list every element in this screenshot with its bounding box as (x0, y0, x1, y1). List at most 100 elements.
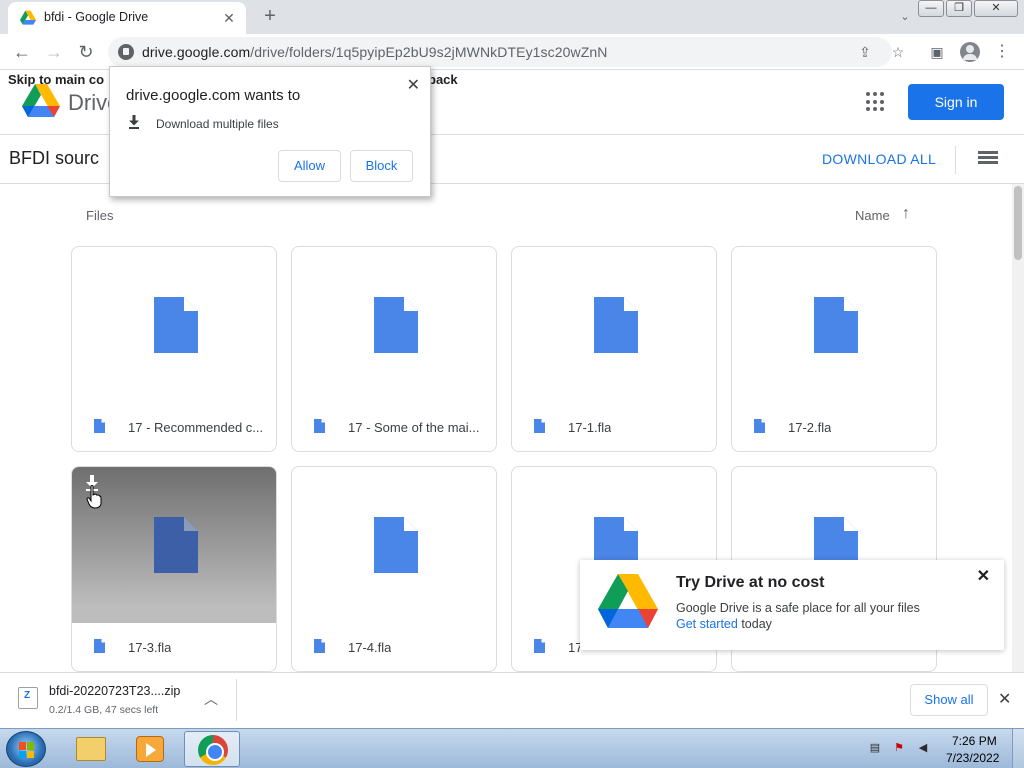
taskbar-explorer[interactable] (62, 731, 118, 767)
volume-icon[interactable]: ◀ (916, 741, 930, 755)
file-thumbnail[interactable] (292, 247, 496, 403)
clock-date[interactable]: 7/23/2022 (946, 751, 999, 765)
download-status: 0.2/1.4 GB, 47 secs left (49, 704, 159, 716)
file-name: 17-4.fla (348, 640, 392, 655)
lock-icon[interactable] (118, 44, 134, 60)
file-thumbnail[interactable] (292, 467, 496, 623)
file-thumbnail[interactable] (72, 247, 276, 403)
arrow-left-icon[interactable]: ← (10, 40, 34, 64)
tab-title: bfdi - Google Drive (44, 10, 149, 24)
popup-description: Download multiple files (156, 117, 279, 131)
share-icon[interactable]: ⇪ (856, 43, 874, 61)
document-icon (374, 297, 418, 353)
file-thumbnail[interactable] (512, 247, 716, 403)
download-all-button[interactable]: DOWNLOAD ALL (822, 151, 936, 167)
taskbar-chrome[interactable] (184, 731, 240, 767)
profile-icon[interactable] (960, 42, 980, 62)
popup-title: drive.google.com wants to (126, 87, 301, 104)
list-view-icon[interactable] (978, 151, 998, 167)
document-icon (754, 419, 765, 433)
download-icon (129, 115, 139, 129)
close-icon[interactable]: ✕ (407, 75, 420, 95)
promo-cta-line: Get started today (676, 617, 772, 631)
file-thumbnail[interactable] (732, 247, 936, 403)
files-section-label: Files (86, 208, 114, 223)
file-card[interactable]: 17 - Recommended c... (71, 246, 277, 452)
document-icon (814, 297, 858, 353)
restore-button[interactable]: ❐ (946, 0, 972, 17)
block-button[interactable]: Block (350, 150, 413, 182)
document-icon (374, 517, 418, 573)
clock-time[interactable]: 7:26 PM (952, 734, 997, 748)
star-icon[interactable]: ☆ (888, 42, 908, 62)
toolbar-divider (955, 146, 956, 174)
download-permission-popup: drive.google.com wants to ✕ Download mul… (109, 66, 431, 197)
windows-logo-icon (19, 742, 35, 758)
document-icon (154, 517, 198, 573)
download-file-name[interactable]: bfdi-20220723T23....zip (49, 684, 180, 698)
start-button[interactable] (6, 731, 46, 767)
file-name: 17-3.fla (128, 640, 172, 655)
google-drive-logo (598, 574, 658, 628)
google-drive-icon (20, 10, 36, 25)
document-icon (94, 419, 105, 433)
chevron-up-icon[interactable]: ︿ (204, 689, 218, 709)
promo-text: Google Drive is a safe place for all you… (676, 601, 920, 615)
file-name: 17 - Recommended c... (128, 420, 264, 435)
file-thumbnail[interactable] (72, 467, 276, 623)
url-text[interactable]: drive.google.com/drive/folders/1q5pyipEp… (142, 44, 608, 60)
hand-cursor-icon (86, 485, 102, 509)
show-desktop-button[interactable] (1012, 729, 1024, 768)
side-panel-icon[interactable]: ▣ (927, 42, 947, 62)
network-icon[interactable]: ▤ (868, 741, 882, 755)
file-card[interactable]: 17-2.fla (731, 246, 937, 452)
file-card[interactable]: 17-4.fla (291, 466, 497, 672)
scrollbar-thumb[interactable] (1014, 186, 1022, 260)
address-bar[interactable]: drive.google.com/drive/folders/1q5pyipEp… (108, 37, 892, 67)
reload-icon[interactable]: ↻ (74, 40, 98, 64)
action-center-icon[interactable]: ⚑ (892, 741, 906, 755)
shelf-divider (236, 679, 237, 721)
page-scrollbar[interactable] (1012, 184, 1024, 672)
minimize-button[interactable]: — (918, 0, 944, 17)
media-player-icon (136, 736, 164, 762)
zip-file-icon (18, 687, 38, 709)
file-card[interactable]: 17-3.fla (71, 466, 277, 672)
window-controls: — ❐ ✕ (918, 0, 1018, 20)
document-icon (534, 639, 545, 653)
document-icon (534, 419, 545, 433)
taskbar-media-player[interactable] (122, 731, 178, 767)
document-icon (314, 419, 325, 433)
file-name: 17-1.fla (568, 420, 612, 435)
chrome-icon (198, 735, 228, 765)
file-card[interactable]: 17 - Some of the mai... (291, 246, 497, 452)
new-tab-button[interactable]: + (258, 5, 282, 29)
window-close-button[interactable]: ✕ (974, 0, 1018, 17)
close-icon[interactable]: ✕ (998, 689, 1011, 709)
try-drive-promo: Try Drive at no cost Google Drive is a s… (580, 560, 1004, 650)
go-back-link[interactable]: back (428, 72, 458, 87)
windows-taskbar: ▤ ⚑ ◀ 7:26 PM 7/23/2022 (0, 728, 1024, 768)
apps-grid-icon[interactable] (866, 92, 886, 112)
folder-icon (76, 737, 106, 761)
document-icon (594, 297, 638, 353)
arrow-right-icon[interactable]: → (42, 40, 66, 64)
sign-in-button[interactable]: Sign in (908, 84, 1004, 120)
tab-strip: bfdi - Google Drive ✕ + ⌄ — ❐ ✕ (0, 0, 1024, 34)
close-icon[interactable]: ✕ (977, 566, 990, 586)
allow-button[interactable]: Allow (278, 150, 341, 182)
sort-by-name-button[interactable]: Name (855, 208, 890, 223)
file-card[interactable]: 17-1.fla (511, 246, 717, 452)
browser-toolbar: ← → ↻ drive.google.com/drive/folders/1q5… (0, 34, 1024, 70)
google-drive-logo[interactable] (22, 84, 60, 118)
sort-direction-icon[interactable]: ↑ (902, 205, 910, 223)
file-name: 17 - Some of the mai... (348, 420, 480, 435)
show-all-button[interactable]: Show all (910, 684, 988, 716)
folder-title: BFDI sourc (9, 148, 100, 168)
kebab-menu-icon[interactable]: ⋮ (992, 42, 1012, 62)
get-started-link[interactable]: Get started (676, 617, 738, 631)
document-icon (94, 639, 105, 653)
browser-tab[interactable]: bfdi - Google Drive ✕ (8, 2, 246, 34)
tab-close-icon[interactable]: ✕ (220, 9, 238, 27)
tab-search-chevron-icon[interactable]: ⌄ (896, 8, 914, 26)
